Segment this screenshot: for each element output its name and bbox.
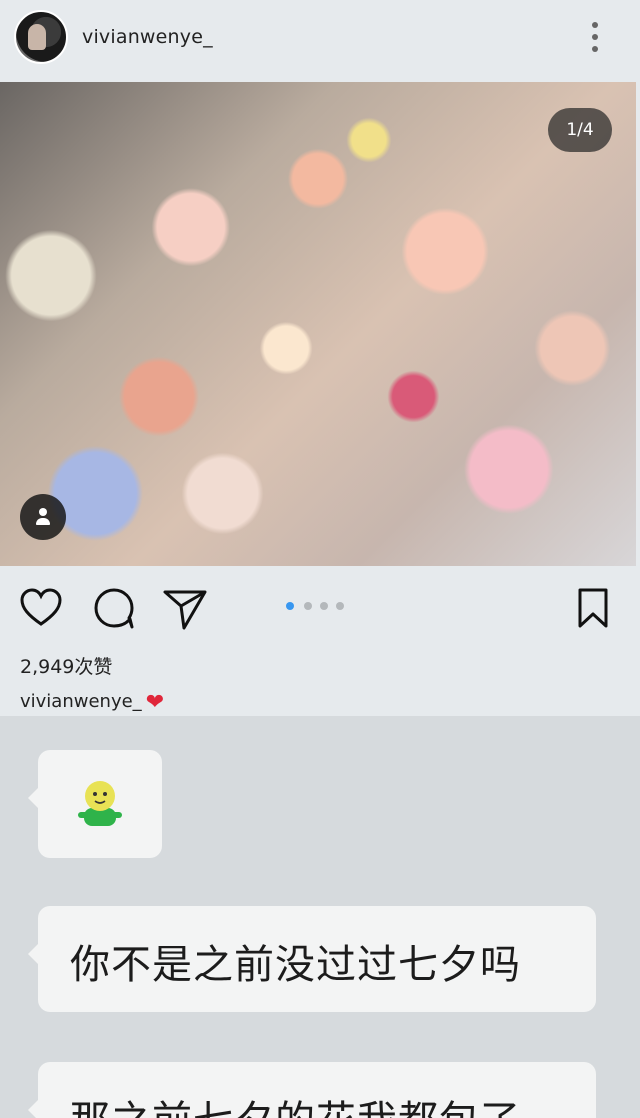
share-icon[interactable] [162,586,208,632]
tag-people-icon[interactable] [20,494,66,540]
post-image[interactable]: 1/4 [0,82,636,566]
message-text: 你不是之前没过过七夕吗 [70,942,521,988]
heart-emoji: ❤ [145,690,165,715]
caption: vivianwenye_ ❤ [20,690,164,715]
carousel-dot [286,602,294,610]
heart-icon[interactable] [18,586,64,632]
carousel-dot [304,602,312,610]
more-vertical-icon[interactable] [586,20,604,54]
avatar[interactable] [14,10,68,64]
smiley-figure-icon [78,781,122,826]
like-count[interactable]: 2,949次赞 [20,652,112,679]
carousel-dot [336,602,344,610]
message-text: 那之前七夕的花我都包了 [70,1098,521,1118]
carousel-dot [320,602,328,610]
bookmark-icon[interactable] [570,586,616,632]
comment-icon[interactable] [92,586,138,632]
message-bubble[interactable]: 你不是之前没过过七夕吗 [28,906,596,1012]
chat-conversation: 你不是之前没过过七夕吗 那之前七夕的花我都包了 [0,716,640,1118]
page-counter: 1/4 [548,108,612,152]
message-bubble-emoji[interactable] [28,750,162,858]
message-bubble[interactable]: 那之前七夕的花我都包了 [28,1062,596,1118]
post-header: vivianwenye_ [0,0,640,80]
carousel-indicator [286,602,350,612]
post-username[interactable]: vivianwenye_ [82,26,213,48]
caption-username[interactable]: vivianwenye_ [20,691,142,712]
instagram-post: vivianwenye_ 1/4 2,949次赞 vivianwenye_ ❤ [0,0,640,716]
